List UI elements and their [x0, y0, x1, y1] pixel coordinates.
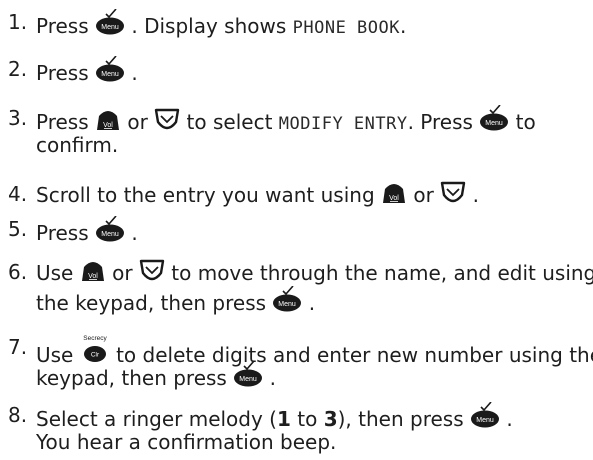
step-text-part: . Display shows	[131, 14, 293, 38]
vol-up-key-icon: Vol	[80, 259, 106, 283]
step-text-part: or	[127, 110, 155, 134]
step-text-part: ), then press	[337, 407, 470, 431]
vol-key-label: Vol	[103, 122, 113, 129]
step-text-part: . Press	[407, 110, 480, 134]
clear-key-icon: Secrecy Clr	[80, 334, 110, 364]
step-number: 6.	[8, 260, 28, 284]
menu-key-icon: Menu	[470, 402, 500, 428]
step-text-part: to select	[186, 110, 279, 134]
menu-key-label: Menu	[101, 71, 119, 78]
melody-max: 3	[323, 407, 338, 431]
step-text-part: to	[515, 110, 536, 134]
menu-key-icon: Menu	[233, 361, 263, 387]
menu-key-icon: Menu	[479, 105, 509, 131]
step-number: 4.	[8, 182, 28, 206]
display-text: PHONE BOOK	[292, 18, 400, 38]
menu-key-icon: Menu	[95, 9, 125, 35]
step-text-part: Select a ringer melody (	[36, 407, 277, 431]
display-text: MODIFY ENTRY	[278, 114, 408, 134]
vol-up-key-icon: Vol	[381, 181, 407, 205]
menu-key-icon: Menu	[95, 216, 125, 242]
step-text-line2: keypad, then press Menu .	[36, 361, 276, 392]
step-number: 3.	[8, 106, 28, 130]
step-text-part: .	[399, 14, 407, 38]
step-text: Press Menu .	[36, 216, 138, 247]
step-text-part: or	[112, 261, 139, 285]
vol-key-label: Vol	[389, 195, 399, 202]
step-text-part: to move through the name, and edit using	[171, 261, 593, 285]
step-text-part: .	[131, 61, 138, 85]
menu-key-label: Menu	[101, 231, 119, 238]
step-text-part: .	[506, 407, 513, 431]
step-text-part: Press	[36, 14, 95, 38]
step-text-part: .	[269, 366, 276, 390]
step-text-part: Press	[36, 221, 95, 245]
step-text-part: Scroll to the entry you want using	[36, 183, 382, 207]
menu-key-label: Menu	[476, 417, 494, 424]
step-text-line2: the keypad, then press Menu .	[36, 286, 315, 317]
step-text-line2: You hear a confirmation beep.	[36, 430, 337, 454]
step-text-part: Use	[36, 261, 80, 285]
step-text-part: keypad, then press	[36, 366, 234, 390]
step-text-part: Press	[36, 61, 95, 85]
step-text: Press Menu . Display shows PHONE BOOK.	[36, 9, 406, 42]
step-text-part: .	[472, 183, 479, 207]
step-text-part: .	[308, 291, 316, 315]
step-number: 8.	[8, 403, 28, 427]
down-key-icon	[139, 259, 165, 283]
step-text: Use Vol or to move through the name, and…	[36, 259, 593, 287]
menu-key-icon: Menu	[95, 56, 125, 82]
clear-key-caption: Secrecy	[83, 335, 107, 342]
step-text-line2: confirm.	[36, 133, 119, 157]
step-text: Scroll to the entry you want using Vol o…	[36, 181, 479, 209]
step-text-part: to	[290, 407, 324, 431]
step-number: 5.	[8, 217, 28, 241]
step-text: Press Menu .	[36, 56, 138, 87]
vol-key-label: Vol	[88, 273, 98, 280]
step-number: 1.	[8, 10, 28, 34]
step-number: 7.	[8, 335, 28, 359]
menu-key-label: Menu	[101, 24, 119, 31]
step-text-part: .	[131, 221, 138, 245]
menu-key-label: Menu	[279, 301, 297, 308]
melody-min: 1	[276, 407, 291, 431]
step-text-part: the keypad, then press	[36, 291, 273, 315]
down-key-icon	[154, 108, 180, 132]
vol-up-key-icon: Vol	[95, 108, 121, 132]
menu-key-icon: Menu	[272, 286, 302, 312]
step-number: 2.	[8, 57, 28, 81]
menu-key-label: Menu	[486, 120, 504, 127]
down-key-icon	[440, 181, 466, 205]
menu-key-label: Menu	[239, 376, 257, 383]
step-text-part: or	[413, 183, 441, 207]
clear-key-label: Clr	[91, 352, 100, 359]
step-text-part: Press	[36, 110, 95, 134]
